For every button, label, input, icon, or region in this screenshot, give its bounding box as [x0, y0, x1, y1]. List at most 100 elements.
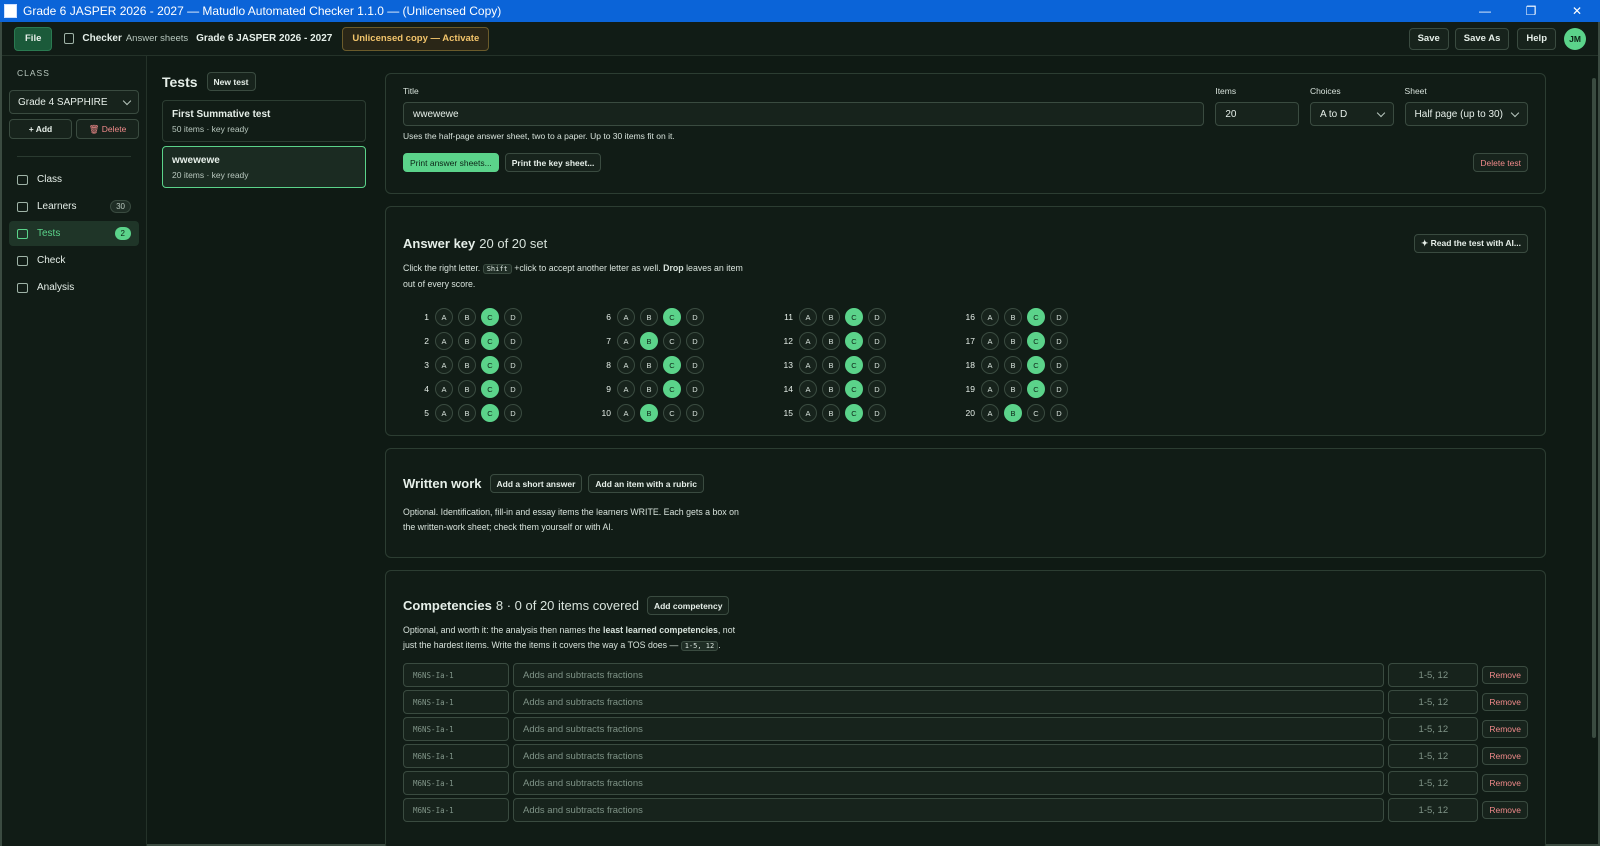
answer-option-d[interactable]: D [868, 404, 886, 422]
answer-option-a[interactable]: A [435, 308, 453, 326]
print-answer-sheets-button[interactable]: Print answer sheets... [403, 153, 499, 172]
answer-option-c[interactable]: C [481, 332, 499, 350]
remove-competency-button[interactable]: Remove [1482, 693, 1528, 711]
competency-code-input[interactable]: M6NS-Ia-1 [403, 717, 509, 741]
answer-option-a[interactable]: A [981, 332, 999, 350]
answer-option-a[interactable]: A [981, 308, 999, 326]
sidebar-item-tests[interactable]: Tests 2 [9, 221, 139, 246]
save-as-button[interactable]: Save As [1454, 27, 1510, 50]
competency-items-input[interactable]: 1-5, 12 [1388, 717, 1479, 741]
answer-option-d[interactable]: D [868, 356, 886, 374]
answer-option-d[interactable]: D [504, 404, 522, 422]
answer-option-d[interactable]: D [686, 308, 704, 326]
competency-code-input[interactable]: M6NS-Ia-1 [403, 690, 509, 714]
answer-option-c[interactable]: C [845, 308, 863, 326]
delete-class-button[interactable]: 🗑 Delete [76, 119, 139, 139]
answer-option-c[interactable]: C [1027, 308, 1045, 326]
answer-option-c[interactable]: C [1027, 332, 1045, 350]
answer-option-b[interactable]: B [1004, 356, 1022, 374]
sheet-select[interactable]: Half page (up to 30) [1404, 102, 1528, 126]
choices-select[interactable]: A to D [1309, 102, 1394, 126]
help-button[interactable]: Help [1517, 27, 1556, 50]
answer-option-c[interactable]: C [663, 404, 681, 422]
answer-option-c[interactable]: C [845, 332, 863, 350]
class-select[interactable]: Grade 4 SAPPHIRE [9, 90, 139, 114]
test-list-item-selected[interactable]: wwewewe 20 items · key ready [162, 146, 366, 188]
answer-option-d[interactable]: D [1050, 356, 1068, 374]
answer-option-c[interactable]: C [845, 356, 863, 374]
answer-option-a[interactable]: A [435, 356, 453, 374]
answer-option-b[interactable]: B [822, 404, 840, 422]
answer-option-d[interactable]: D [1050, 332, 1068, 350]
answer-option-a[interactable]: A [617, 308, 635, 326]
add-competency-button[interactable]: Add competency [646, 596, 730, 615]
answer-option-c[interactable]: C [663, 332, 681, 350]
answer-option-b[interactable]: B [458, 356, 476, 374]
answer-option-a[interactable]: A [799, 380, 817, 398]
answer-option-d[interactable]: D [1050, 380, 1068, 398]
remove-competency-button[interactable]: Remove [1482, 801, 1528, 819]
answer-option-d[interactable]: D [868, 380, 886, 398]
answer-option-c[interactable]: C [481, 308, 499, 326]
answer-option-a[interactable]: A [435, 332, 453, 350]
sidebar-item-class[interactable]: Class [9, 167, 139, 192]
answer-option-b[interactable]: B [640, 380, 658, 398]
avatar[interactable]: JM [1564, 27, 1586, 50]
answer-option-b[interactable]: B [458, 308, 476, 326]
competency-code-input[interactable]: M6NS-Ia-1 [403, 771, 509, 795]
answer-option-b[interactable]: B [822, 356, 840, 374]
answer-option-b[interactable]: B [458, 332, 476, 350]
sidebar-item-learners[interactable]: Learners 30 [9, 194, 139, 219]
competency-items-input[interactable]: 1-5, 12 [1388, 690, 1479, 714]
answer-option-b[interactable]: B [1004, 308, 1022, 326]
remove-competency-button[interactable]: Remove [1482, 720, 1528, 738]
answer-option-d[interactable]: D [686, 380, 704, 398]
competency-items-input[interactable]: 1-5, 12 [1388, 744, 1479, 768]
answer-option-b[interactable]: B [1004, 404, 1022, 422]
answer-option-b[interactable]: B [1004, 332, 1022, 350]
answer-option-b[interactable]: B [822, 380, 840, 398]
activate-button[interactable]: Unlicensed copy — Activate [342, 26, 490, 51]
answer-option-c[interactable]: C [1027, 380, 1045, 398]
competency-code-input[interactable]: M6NS-Ia-1 [403, 663, 509, 687]
test-list-item[interactable]: First Summative test 50 items · key read… [162, 100, 366, 142]
answer-option-b[interactable]: B [458, 404, 476, 422]
competency-name-input[interactable]: Adds and subtracts fractions [513, 744, 1385, 768]
answer-option-d[interactable]: D [504, 356, 522, 374]
remove-competency-button[interactable]: Remove [1482, 747, 1528, 765]
delete-test-button[interactable]: Delete test [1473, 153, 1528, 172]
answer-option-c[interactable]: C [481, 404, 499, 422]
competency-code-input[interactable]: M6NS-Ia-1 [403, 798, 509, 822]
answer-option-a[interactable]: A [799, 356, 817, 374]
answer-option-b[interactable]: B [640, 332, 658, 350]
answer-option-c[interactable]: C [845, 404, 863, 422]
answer-option-d[interactable]: D [868, 308, 886, 326]
answer-option-b[interactable]: B [822, 308, 840, 326]
close-button[interactable]: ✕ [1554, 0, 1600, 22]
answer-option-b[interactable]: B [822, 332, 840, 350]
answer-option-c[interactable]: C [663, 380, 681, 398]
competency-code-input[interactable]: M6NS-Ia-1 [403, 744, 509, 768]
answer-option-a[interactable]: A [799, 332, 817, 350]
items-input[interactable]: 20 [1215, 102, 1299, 126]
answer-option-a[interactable]: A [617, 380, 635, 398]
answer-option-a[interactable]: A [617, 404, 635, 422]
minimize-button[interactable]: — [1462, 0, 1508, 22]
competency-name-input[interactable]: Adds and subtracts fractions [513, 663, 1385, 687]
sidebar-item-analysis[interactable]: Analysis [9, 275, 139, 300]
competency-name-input[interactable]: Adds and subtracts fractions [513, 690, 1385, 714]
answer-option-a[interactable]: A [981, 404, 999, 422]
answer-option-b[interactable]: B [640, 404, 658, 422]
competency-name-input[interactable]: Adds and subtracts fractions [513, 717, 1385, 741]
answer-option-d[interactable]: D [1050, 404, 1068, 422]
scrollbar[interactable] [1592, 78, 1596, 738]
file-menu-button[interactable]: File [14, 26, 53, 51]
maximize-button[interactable]: ❐ [1508, 0, 1554, 22]
save-button[interactable]: Save [1408, 27, 1449, 50]
answer-option-d[interactable]: D [1050, 308, 1068, 326]
print-key-sheet-button[interactable]: Print the key sheet... [504, 153, 602, 172]
answer-option-d[interactable]: D [868, 332, 886, 350]
competency-items-input[interactable]: 1-5, 12 [1388, 798, 1479, 822]
competency-name-input[interactable]: Adds and subtracts fractions [513, 771, 1385, 795]
answer-option-c[interactable]: C [663, 308, 681, 326]
